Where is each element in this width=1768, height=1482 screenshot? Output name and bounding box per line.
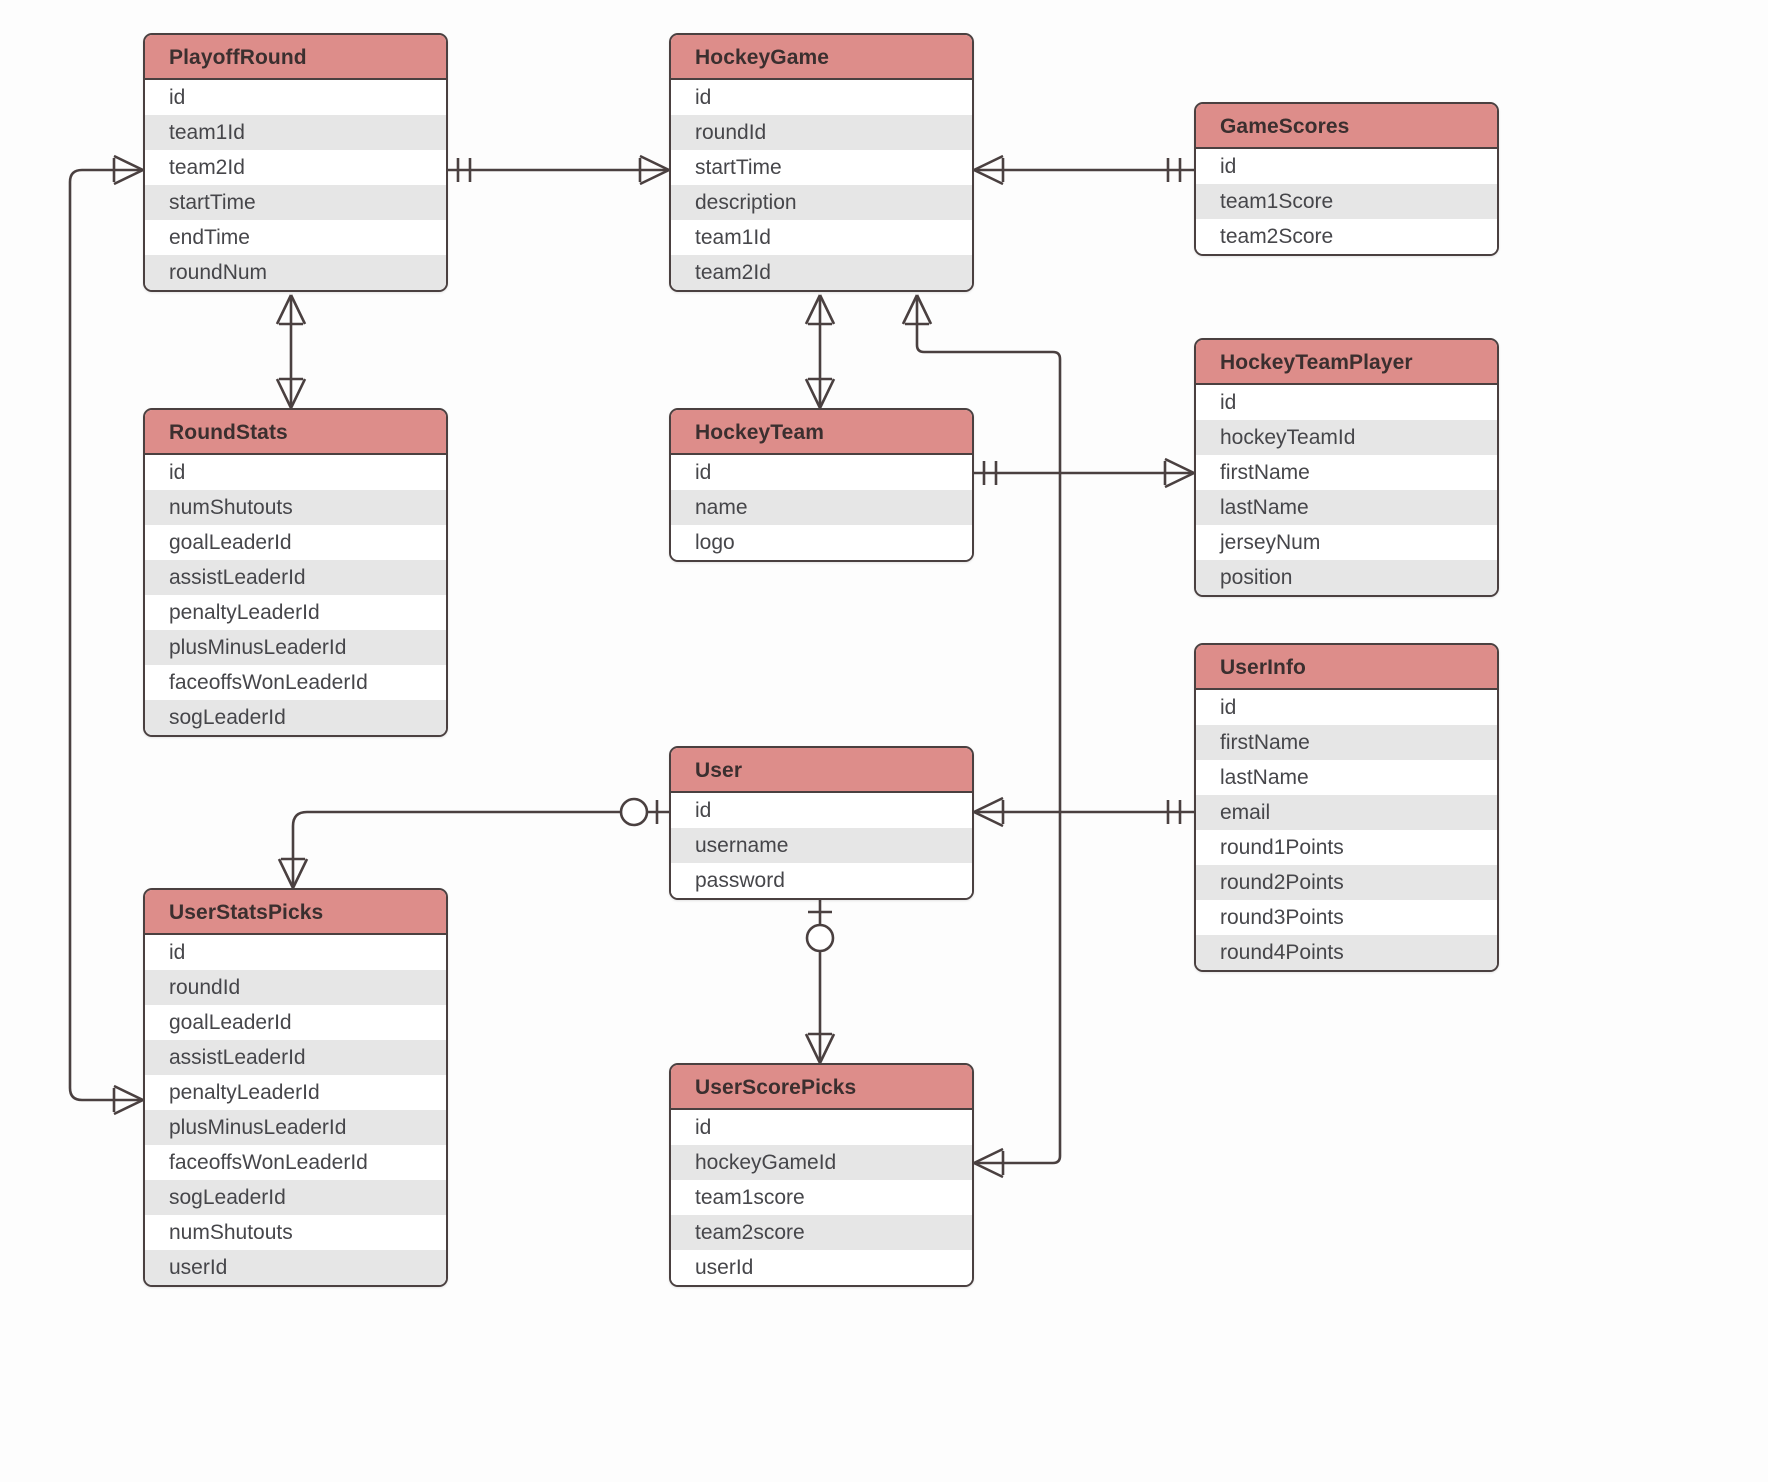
- entity-playoffround[interactable]: PlayoffRound id team1Id team2Id startTime end…: [143, 33, 448, 292]
- attribute-row: id: [1196, 690, 1497, 725]
- zero-or-one-circle-user-userstatspicks: [619, 797, 649, 827]
- attribute-row: assistLeaderId: [145, 1040, 446, 1075]
- edge-user-userstatspicks: [291, 810, 669, 888]
- attribute-row: userId: [671, 1250, 972, 1285]
- attribute-row: userId: [145, 1250, 446, 1285]
- attribute-row: faceoffsWonLeaderId: [145, 665, 446, 700]
- attribute-row: startTime: [671, 150, 972, 185]
- attribute-row: lastName: [1196, 490, 1497, 525]
- attribute-row: email: [1196, 795, 1497, 830]
- attribute-row: roundId: [145, 970, 446, 1005]
- attribute-row: team2Id: [145, 150, 446, 185]
- entity-title-user: User: [671, 748, 972, 793]
- attribute-row: penaltyLeaderId: [145, 1075, 446, 1110]
- attribute-row: team1score: [671, 1180, 972, 1215]
- attribute-row: team2Id: [671, 255, 972, 290]
- er-diagram-canvas: PlayoffRound id team1Id team2Id startTime end…: [0, 0, 1768, 1482]
- attribute-row: lastName: [1196, 760, 1497, 795]
- entity-title-hockeyteamplayer: HockeyTeamPlayer: [1196, 340, 1497, 385]
- attribute-row: password: [671, 863, 972, 898]
- zero-or-one-circle-user-userscorepicks: [805, 923, 835, 953]
- entity-title-userstatspicks: UserStatsPicks: [145, 890, 446, 935]
- attribute-row: plusMinusLeaderId: [145, 1110, 446, 1145]
- attribute-row: numShutouts: [145, 1215, 446, 1250]
- entity-hockeygame[interactable]: HockeyGame id roundId startTime description t…: [669, 33, 974, 292]
- attribute-row: startTime: [145, 185, 446, 220]
- attribute-row: goalLeaderId: [145, 1005, 446, 1040]
- attribute-row: team1Id: [671, 220, 972, 255]
- attribute-row: position: [1196, 560, 1497, 595]
- attribute-row: firstName: [1196, 455, 1497, 490]
- attribute-row: team1Id: [145, 115, 446, 150]
- edge-playoffround-userstatspicks: [68, 168, 143, 1102]
- entity-title-userscorepicks: UserScorePicks: [671, 1065, 972, 1110]
- entity-userstatspicks[interactable]: UserStatsPicks id roundId goalLeaderId assis…: [143, 888, 448, 1287]
- attribute-row: id: [1196, 385, 1497, 420]
- attribute-row: jerseyNum: [1196, 525, 1497, 560]
- attribute-row: hockeyGameId: [671, 1145, 972, 1180]
- attribute-row: id: [145, 455, 446, 490]
- attribute-row: round3Points: [1196, 900, 1497, 935]
- attribute-row: hockeyTeamId: [1196, 420, 1497, 455]
- attribute-row: logo: [671, 525, 972, 560]
- attribute-row: roundId: [671, 115, 972, 150]
- entity-gamescores[interactable]: GameScores id team1Score team2Score: [1194, 102, 1499, 256]
- attribute-row: numShutouts: [145, 490, 446, 525]
- attribute-row: penaltyLeaderId: [145, 595, 446, 630]
- attribute-row: endTime: [145, 220, 446, 255]
- attribute-row: id: [1196, 149, 1497, 184]
- entity-userscorepicks[interactable]: UserScorePicks id hockeyGameId team1score te…: [669, 1063, 974, 1287]
- attribute-row: id: [671, 793, 972, 828]
- attribute-row: name: [671, 490, 972, 525]
- entity-hockeyteamplayer[interactable]: HockeyTeamPlayer id hockeyTeamId firstName l…: [1194, 338, 1499, 597]
- attribute-row: plusMinusLeaderId: [145, 630, 446, 665]
- attribute-row: assistLeaderId: [145, 560, 446, 595]
- attribute-row: round1Points: [1196, 830, 1497, 865]
- entity-roundstats[interactable]: RoundStats id numShutouts goalLeaderId assis…: [143, 408, 448, 737]
- entity-title-gamescores: GameScores: [1196, 104, 1497, 149]
- attribute-row: id: [671, 80, 972, 115]
- attribute-row: faceoffsWonLeaderId: [145, 1145, 446, 1180]
- attribute-row: round4Points: [1196, 935, 1497, 970]
- attribute-row: id: [671, 1110, 972, 1145]
- entity-title-hockeygame: HockeyGame: [671, 35, 972, 80]
- attribute-row: team2score: [671, 1215, 972, 1250]
- attribute-row: team2Score: [1196, 219, 1497, 254]
- attribute-row: username: [671, 828, 972, 863]
- entity-hockeyteam[interactable]: HockeyTeam id name logo: [669, 408, 974, 562]
- attribute-row: roundNum: [145, 255, 446, 290]
- attribute-row: description: [671, 185, 972, 220]
- attribute-row: team1Score: [1196, 184, 1497, 219]
- attribute-row: goalLeaderId: [145, 525, 446, 560]
- entity-title-hockeyteam: HockeyTeam: [671, 410, 972, 455]
- attribute-row: id: [671, 455, 972, 490]
- attribute-row: firstName: [1196, 725, 1497, 760]
- attribute-row: sogLeaderId: [145, 700, 446, 735]
- attribute-row: round2Points: [1196, 865, 1497, 900]
- attribute-row: sogLeaderId: [145, 1180, 446, 1215]
- entity-user[interactable]: User id username password: [669, 746, 974, 900]
- attribute-row: id: [145, 80, 446, 115]
- entity-title-playoffround: PlayoffRound: [145, 35, 446, 80]
- entity-userinfo[interactable]: UserInfo id firstName lastName email round1Po…: [1194, 643, 1499, 972]
- entity-title-userinfo: UserInfo: [1196, 645, 1497, 690]
- attribute-row: id: [145, 935, 446, 970]
- entity-title-roundstats: RoundStats: [145, 410, 446, 455]
